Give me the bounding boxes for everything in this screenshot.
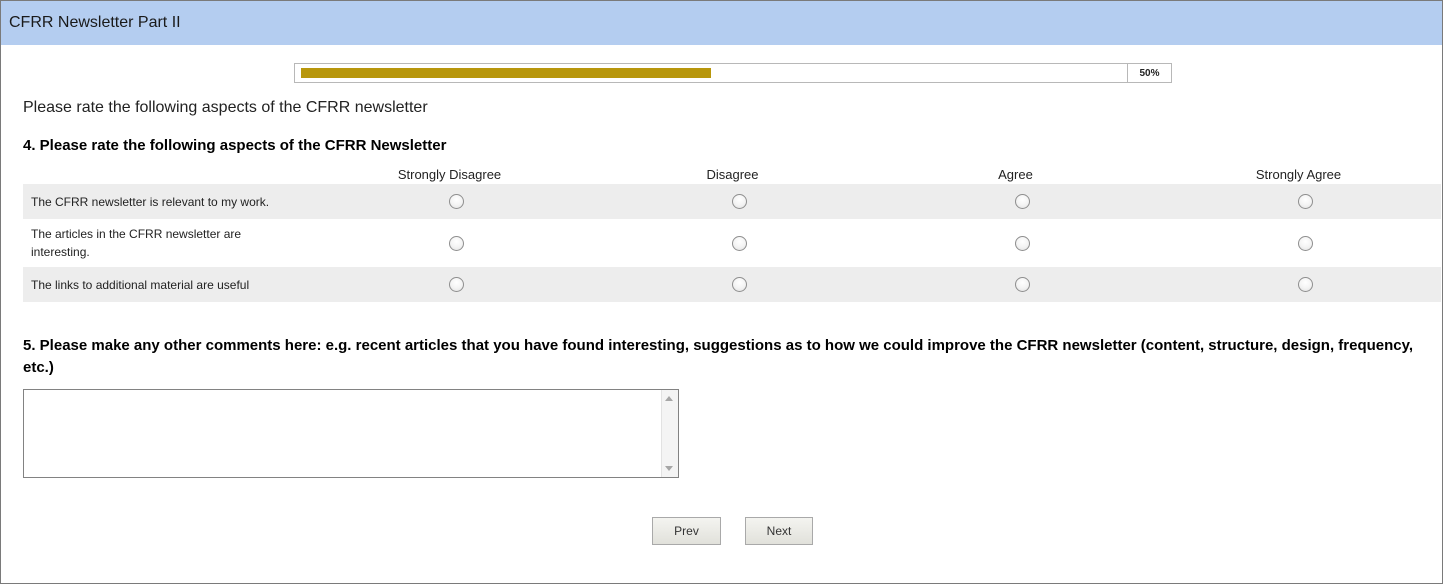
column-disagree: Disagree <box>706 166 759 182</box>
prev-button[interactable]: Prev <box>652 517 721 545</box>
column-agree: Agree <box>998 166 1033 182</box>
radio-interesting-agree[interactable] <box>1015 235 1030 251</box>
next-button[interactable]: Next <box>745 517 813 545</box>
page-title: CFRR Newsletter Part II <box>9 14 181 31</box>
cell <box>591 194 874 209</box>
page-title-bar: CFRR Newsletter Part II <box>1 1 1442 45</box>
cell <box>591 277 874 292</box>
radio-interesting-strongly-agree[interactable] <box>1298 235 1313 251</box>
progress-track <box>301 68 1121 78</box>
progress-percent: 50% <box>1139 67 1160 79</box>
radio-interesting-disagree[interactable] <box>732 235 747 251</box>
cell <box>874 235 1157 251</box>
radio-links-strongly-disagree[interactable] <box>449 277 464 292</box>
row-label: The links to additional material are use… <box>31 277 250 292</box>
radio-relevant-strongly-agree[interactable] <box>1298 194 1313 209</box>
column-strongly-disagree: Strongly Disagree <box>397 166 502 182</box>
cell <box>1157 277 1440 292</box>
column-strongly-agree: Strongly Agree <box>1255 166 1342 182</box>
radio-links-disagree[interactable] <box>732 277 747 292</box>
matrix-row-links: The links to additional material are use… <box>23 267 1441 302</box>
cell <box>1157 194 1440 209</box>
cell <box>1157 235 1440 251</box>
radio-relevant-agree[interactable] <box>1015 194 1030 209</box>
question-4-title: 4. Please rate the following aspects of … <box>23 137 447 154</box>
question-5-title: 5. Please make any other comments here: … <box>23 337 1414 376</box>
cell <box>308 235 591 251</box>
matrix-row-relevant: The CFRR newsletter is relevant to my wo… <box>23 184 1441 219</box>
comments-box <box>23 389 679 478</box>
scroll-down-icon[interactable] <box>665 466 673 471</box>
matrix-row-interesting: The articles in the CFRR newsletter are … <box>23 219 1441 267</box>
radio-relevant-disagree[interactable] <box>732 194 747 209</box>
cell <box>308 194 591 209</box>
survey-page: CFRR Newsletter Part II 50% Please rate … <box>0 0 1443 584</box>
scroll-up-icon[interactable] <box>665 396 673 401</box>
radio-links-strongly-agree[interactable] <box>1298 277 1313 292</box>
radio-links-agree[interactable] <box>1015 277 1030 292</box>
cell <box>874 194 1157 209</box>
cell <box>308 277 591 292</box>
rating-matrix: Strongly Disagree Disagree Agree Strongl… <box>23 164 1441 302</box>
matrix-header: Strongly Disagree Disagree Agree Strongl… <box>23 164 1441 184</box>
cell <box>874 277 1157 292</box>
progress-fill <box>301 68 711 78</box>
comments-textarea[interactable] <box>24 390 661 477</box>
textarea-scrollbar[interactable] <box>661 390 678 477</box>
radio-relevant-strongly-disagree[interactable] <box>449 194 464 209</box>
cell <box>591 235 874 251</box>
intro-text: Please rate the following aspects of the… <box>23 99 428 116</box>
radio-interesting-strongly-disagree[interactable] <box>449 235 464 251</box>
row-label: The articles in the CFRR newsletter are … <box>31 227 242 259</box>
progress-bar: 50% <box>294 63 1172 83</box>
row-label: The CFRR newsletter is relevant to my wo… <box>31 194 270 209</box>
